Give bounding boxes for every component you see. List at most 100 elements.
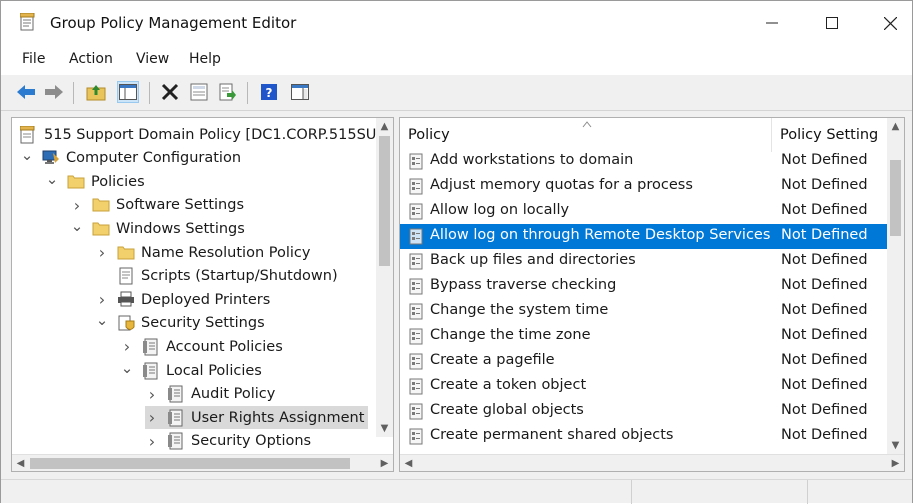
list-vertical-scrollbar[interactable]: ▲ ▼ bbox=[887, 118, 904, 454]
list-horizontal-scrollbar[interactable]: ◀ ▶ bbox=[400, 454, 904, 471]
chevron-right-icon[interactable]: › bbox=[145, 385, 159, 404]
policy-row[interactable]: Create a token object Not Defined bbox=[400, 374, 898, 399]
menu-view[interactable]: View bbox=[136, 51, 169, 67]
security-icon bbox=[117, 314, 135, 332]
list-header: Policy Policy Setting bbox=[400, 118, 889, 152]
policy-book-icon bbox=[167, 432, 185, 450]
policy-row[interactable]: Add workstations to domain Not Defined bbox=[400, 149, 898, 174]
export-list-button[interactable] bbox=[217, 81, 239, 103]
scroll-right-icon[interactable]: ▶ bbox=[376, 455, 393, 471]
help-button[interactable]: ? bbox=[258, 81, 280, 103]
tree-item[interactable]: › Software Settings bbox=[70, 194, 244, 217]
tree-item-label: Deployed Printers bbox=[141, 291, 271, 308]
tree-item[interactable]: ⌄ Local Policies bbox=[120, 359, 262, 382]
tree-item[interactable]: › Account Policies bbox=[120, 335, 283, 358]
policy-row[interactable]: Adjust memory quotas for a process Not De… bbox=[400, 174, 898, 199]
scroll-up-icon[interactable]: ▲ bbox=[887, 118, 904, 135]
scroll-up-icon[interactable]: ▲ bbox=[376, 118, 393, 135]
chevron-right-icon[interactable]: › bbox=[145, 432, 159, 451]
delete-button[interactable] bbox=[159, 81, 181, 103]
policy-setting-value: Not Defined bbox=[781, 177, 868, 193]
up-one-level-button[interactable] bbox=[85, 81, 107, 103]
minimize-button[interactable] bbox=[749, 1, 795, 45]
tree-item-label: Computer Configuration bbox=[66, 150, 242, 167]
chevron-right-icon[interactable]: › bbox=[95, 243, 109, 262]
policy-name: Create global objects bbox=[430, 402, 584, 418]
column-header-policy-setting[interactable]: Policy Setting bbox=[772, 118, 889, 152]
tree-item[interactable]: ⌄ Security Settings bbox=[95, 311, 265, 335]
tree-item[interactable]: ⌄ Windows Settings bbox=[70, 217, 245, 240]
back-button[interactable] bbox=[15, 81, 37, 103]
tree-item-label: Account Policies bbox=[166, 338, 283, 355]
tree-item[interactable]: › User Rights Assignment bbox=[145, 406, 369, 430]
console-tree-icon bbox=[119, 84, 137, 100]
menu-action[interactable]: Action bbox=[69, 51, 113, 67]
forward-button[interactable] bbox=[43, 81, 65, 103]
tree-item[interactable]: › Security Options bbox=[145, 430, 311, 453]
chevron-down-icon[interactable]: ⌄ bbox=[45, 170, 59, 188]
tree-scroll-thumb[interactable] bbox=[379, 136, 390, 266]
chevron-down-icon[interactable]: ⌄ bbox=[120, 359, 134, 377]
policy-setting-icon bbox=[409, 353, 423, 370]
properties-button[interactable] bbox=[188, 81, 210, 103]
policy-row[interactable]: Allow log on through Remote Desktop Serv… bbox=[400, 224, 898, 249]
status-segment bbox=[807, 480, 911, 504]
tree-item[interactable]: Scripts (Startup/Shutdown) bbox=[95, 265, 338, 288]
chevron-right-icon[interactable]: › bbox=[95, 290, 109, 309]
policy-setting-value: Not Defined bbox=[781, 252, 868, 268]
show-hide-action-pane-button[interactable] bbox=[289, 81, 311, 103]
policy-editor-app-icon bbox=[20, 13, 35, 31]
toolbar-separator bbox=[247, 82, 248, 104]
tree-horizontal-scrollbar[interactable]: ◀ ▶ bbox=[12, 454, 393, 471]
tree-item-label: Software Settings bbox=[116, 197, 245, 214]
chevron-right-icon[interactable]: › bbox=[120, 337, 134, 356]
show-hide-tree-button[interactable] bbox=[117, 81, 139, 103]
action-pane-icon bbox=[291, 84, 309, 100]
scroll-left-icon[interactable]: ◀ bbox=[12, 455, 29, 471]
tree-item[interactable]: › Name Resolution Policy bbox=[95, 241, 311, 264]
scroll-down-icon[interactable]: ▼ bbox=[376, 420, 393, 437]
policy-name: Allow log on through Remote Desktop Serv… bbox=[430, 227, 771, 243]
minimize-icon bbox=[766, 22, 778, 24]
folder-icon bbox=[92, 220, 110, 238]
policy-row[interactable]: Create global objects Not Defined bbox=[400, 399, 898, 424]
tree-item[interactable]: › Deployed Printers bbox=[95, 288, 271, 311]
folder-icon bbox=[92, 196, 110, 214]
toolbar: ? bbox=[1, 75, 912, 111]
tree-item[interactable]: ⌄ Policies bbox=[45, 170, 145, 193]
scroll-right-icon[interactable]: ▶ bbox=[887, 455, 904, 471]
title-bar[interactable]: Group Policy Management Editor bbox=[1, 1, 912, 45]
menu-help[interactable]: Help bbox=[189, 51, 221, 67]
list-scroll-thumb[interactable] bbox=[890, 160, 901, 236]
maximize-button[interactable] bbox=[809, 1, 855, 45]
policy-row[interactable]: Bypass traverse checking Not Defined bbox=[400, 274, 898, 299]
forward-arrow-icon bbox=[45, 85, 63, 99]
policy-row[interactable]: Create a pagefile Not Defined bbox=[400, 349, 898, 374]
policy-setting-value: Not Defined bbox=[781, 327, 868, 343]
window-title: Group Policy Management Editor bbox=[50, 14, 297, 32]
policy-row[interactable]: Back up files and directories Not Defined bbox=[400, 249, 898, 274]
chevron-down-icon[interactable]: ⌄ bbox=[70, 217, 84, 235]
scroll-down-icon[interactable]: ▼ bbox=[887, 437, 904, 454]
tree-item[interactable]: 515 Support Domain Policy [DC1.CORP.515S… bbox=[19, 123, 385, 146]
chevron-down-icon[interactable]: ⌄ bbox=[95, 311, 109, 329]
policy-book-icon bbox=[142, 362, 160, 380]
policy-row[interactable]: Create permanent shared objects Not Defin… bbox=[400, 424, 898, 449]
menu-file[interactable]: File bbox=[22, 51, 45, 67]
export-list-icon bbox=[219, 83, 236, 101]
chevron-right-icon[interactable]: › bbox=[145, 408, 159, 427]
tree-item-label: 515 Support Domain Policy [DC1.CORP.515S… bbox=[44, 126, 385, 143]
tree-item[interactable]: ⌄ Computer Configuration bbox=[20, 146, 242, 170]
column-setting-label: Policy Setting bbox=[780, 127, 879, 143]
close-button[interactable] bbox=[867, 1, 913, 45]
policy-row[interactable]: Change the system time Not Defined bbox=[400, 299, 898, 324]
policy-row[interactable]: Allow log on locally Not Defined bbox=[400, 199, 898, 224]
scroll-left-icon[interactable]: ◀ bbox=[400, 455, 417, 471]
tree-vertical-scrollbar[interactable]: ▲ ▼ bbox=[376, 118, 393, 437]
properties-icon bbox=[190, 83, 208, 101]
policy-row[interactable]: Change the time zone Not Defined bbox=[400, 324, 898, 349]
chevron-right-icon[interactable]: › bbox=[70, 196, 84, 215]
tree-hscroll-thumb[interactable] bbox=[30, 458, 350, 469]
tree-item[interactable]: › Audit Policy bbox=[145, 383, 276, 406]
chevron-down-icon[interactable]: ⌄ bbox=[20, 146, 34, 164]
